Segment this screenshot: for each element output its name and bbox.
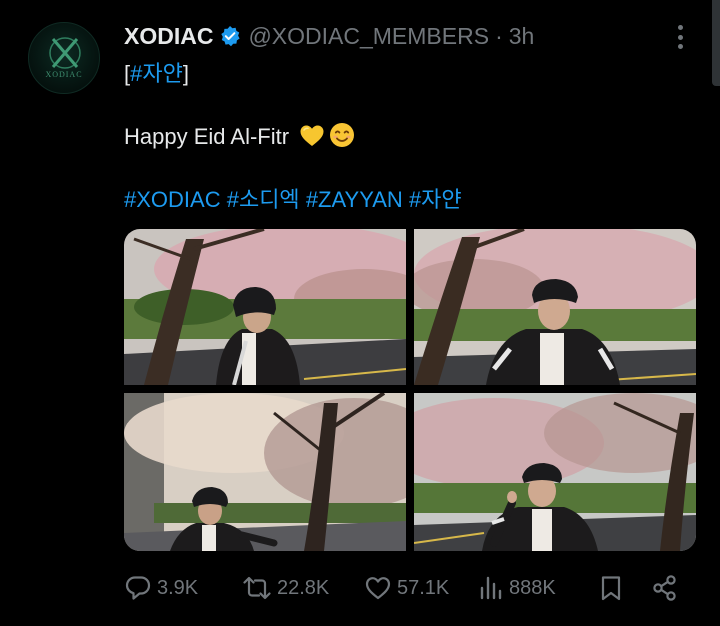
display-name[interactable]: XODIAC bbox=[124, 23, 213, 50]
tweet-text-line-1: [#자얀] bbox=[124, 60, 189, 88]
retweet-icon bbox=[243, 576, 271, 600]
xodiac-logo-icon bbox=[49, 37, 81, 69]
avatar[interactable]: XODIAC bbox=[28, 22, 100, 94]
hashtag-link[interactable]: #ZAYYAN bbox=[306, 187, 403, 212]
hashtag-link[interactable]: #자얀 bbox=[409, 187, 462, 212]
more-options-icon[interactable] bbox=[670, 22, 690, 52]
views-button[interactable]: 888K bbox=[478, 568, 556, 608]
yellow-heart-icon bbox=[299, 124, 325, 155]
photo-1[interactable] bbox=[124, 229, 406, 385]
share-button[interactable] bbox=[651, 568, 679, 608]
tweet-text-line-2: Happy Eid Al-Fitr bbox=[124, 122, 355, 155]
close-bracket: ] bbox=[182, 61, 189, 86]
hashtag-link[interactable]: #자얀 bbox=[130, 61, 183, 86]
like-button[interactable]: 57.1K bbox=[364, 568, 449, 608]
reply-button[interactable]: 3.9K bbox=[124, 568, 198, 608]
photo-2[interactable] bbox=[414, 229, 696, 385]
tweet-message: Happy Eid Al-Fitr bbox=[124, 124, 290, 149]
verified-badge-icon bbox=[219, 25, 241, 47]
smiling-face-icon bbox=[329, 122, 355, 155]
heart-icon bbox=[365, 577, 391, 600]
handle[interactable]: @XODIAC_MEMBERS bbox=[248, 23, 489, 50]
avatar-logo-text: XODIAC bbox=[45, 70, 83, 79]
reply-icon bbox=[125, 576, 151, 600]
separator-dot: · bbox=[495, 22, 503, 49]
bookmark-icon bbox=[601, 576, 621, 601]
hashtag-link[interactable]: #XODIAC bbox=[124, 187, 221, 212]
tweet-header: XODIAC @XODIAC_MEMBERS · 3h bbox=[124, 20, 534, 52]
share-icon bbox=[653, 575, 676, 601]
like-count: 57.1K bbox=[397, 576, 450, 599]
photo-4[interactable] bbox=[414, 393, 696, 551]
media-grid bbox=[124, 229, 696, 551]
photo-3[interactable] bbox=[124, 393, 406, 551]
reply-count: 3.9K bbox=[157, 576, 199, 599]
hashtag-link[interactable]: #소디엑 bbox=[227, 187, 300, 212]
views-icon bbox=[480, 576, 502, 600]
bookmark-button[interactable] bbox=[598, 568, 624, 608]
tweet-actions: 3.9K 22.8K 57.1K 888K bbox=[124, 568, 684, 608]
views-count: 888K bbox=[509, 576, 556, 599]
timestamp[interactable]: 3h bbox=[509, 23, 535, 50]
scrollbar[interactable] bbox=[712, 0, 720, 86]
hashtag-line: #XODIAC #소디엑 #ZAYYAN #자얀 bbox=[124, 186, 462, 214]
retweet-button[interactable]: 22.8K bbox=[242, 568, 329, 608]
retweet-count: 22.8K bbox=[277, 576, 330, 599]
